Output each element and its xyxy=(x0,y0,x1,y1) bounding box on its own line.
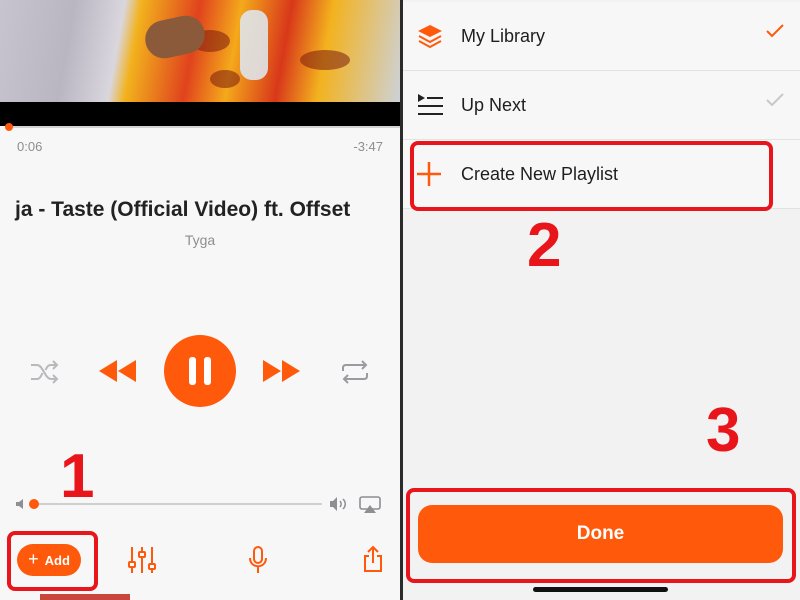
step-number-1: 1 xyxy=(60,442,95,511)
annotation-box-create-playlist xyxy=(410,141,773,211)
playback-scrubber[interactable] xyxy=(5,123,13,131)
shuffle-button[interactable] xyxy=(26,354,62,390)
remaining-time: -3:47 xyxy=(353,139,383,154)
checkmark-icon xyxy=(766,93,784,107)
pause-button[interactable] xyxy=(164,335,236,407)
menu-item-label: My Library xyxy=(461,26,546,46)
playback-progress-track[interactable] xyxy=(8,126,400,128)
step-number-3: 3 xyxy=(706,396,741,465)
menu-item-label: Up Next xyxy=(461,95,527,115)
volume-slider-handle[interactable] xyxy=(29,499,39,509)
annotation-box-add xyxy=(7,531,98,591)
equalizer-icon[interactable] xyxy=(128,545,156,575)
menu-item-up-next[interactable]: Up Next xyxy=(403,71,800,140)
rewind-icon xyxy=(99,360,136,382)
repeat-button[interactable] xyxy=(337,354,373,390)
fast-forward-icon xyxy=(263,360,300,382)
song-title: ja - Taste (Official Video) ft. Offset xyxy=(15,198,351,221)
queue-icon xyxy=(418,94,443,115)
rewind-button[interactable] xyxy=(97,355,139,387)
next-track-thumbnail xyxy=(40,594,130,600)
elapsed-time: 0:06 xyxy=(17,139,43,154)
video-frame[interactable] xyxy=(0,0,400,102)
shuffle-icon xyxy=(31,360,59,384)
microphone-icon[interactable] xyxy=(248,545,268,575)
fast-forward-button[interactable] xyxy=(260,355,302,387)
airplay-icon[interactable] xyxy=(359,496,381,514)
video-pattern xyxy=(210,70,240,88)
repeat-icon xyxy=(342,360,368,384)
checkmark-icon xyxy=(766,24,784,38)
home-indicator xyxy=(533,587,668,592)
video-subject xyxy=(141,12,209,62)
menu-item-my-library[interactable]: My Library xyxy=(403,2,800,71)
annotation-box-done xyxy=(406,488,796,583)
share-icon[interactable] xyxy=(362,545,384,573)
video-letterbox xyxy=(0,102,400,126)
stack-icon xyxy=(418,25,442,49)
video-subject xyxy=(240,10,268,80)
step-number-2: 2 xyxy=(527,211,562,280)
volume-low-icon xyxy=(16,499,23,509)
artist-name: Tyga xyxy=(184,232,216,248)
volume-high-icon xyxy=(330,497,346,511)
video-pattern xyxy=(300,50,350,70)
pause-icon xyxy=(189,357,211,385)
